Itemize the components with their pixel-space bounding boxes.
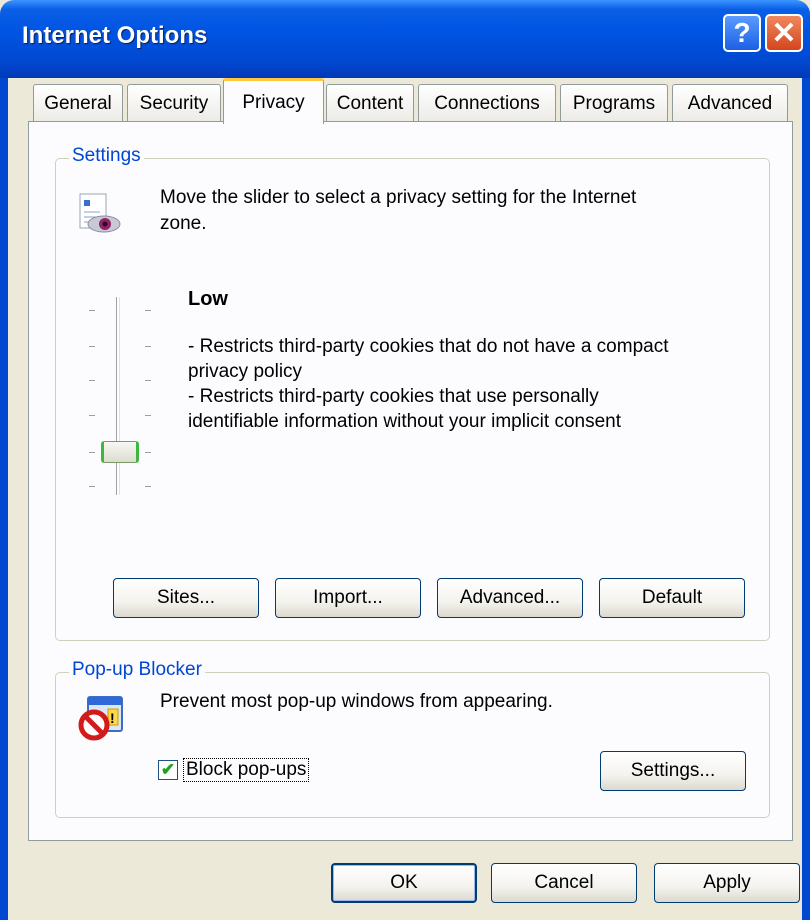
sites-button[interactable]: Sites... — [113, 578, 259, 618]
privacy-desc-line: - Restricts third-party cookies that do … — [188, 336, 669, 357]
privacy-instruction-line1: Move the slider to select a privacy sett… — [160, 187, 637, 208]
cancel-button-label: Cancel — [534, 872, 594, 893]
slider-tick — [89, 415, 95, 416]
default-button[interactable]: Default — [599, 578, 745, 618]
cancel-button[interactable]: Cancel — [491, 863, 637, 903]
tab-advanced[interactable]: Advanced — [672, 84, 788, 122]
popup-blocker-icon: ! — [78, 696, 123, 741]
advanced-button[interactable]: Advanced... — [437, 578, 583, 618]
block-popups-label[interactable]: Block pop-ups — [183, 758, 310, 782]
window-frame-left — [0, 78, 8, 920]
slider-tick — [145, 346, 151, 347]
sites-button-label: Sites... — [156, 587, 216, 608]
ok-button-label: OK — [390, 872, 418, 893]
slider-tick — [145, 415, 151, 416]
slider-tick — [89, 380, 95, 381]
slider-tick — [145, 486, 151, 487]
window-frame-right — [802, 78, 810, 920]
import-button-label: Import... — [313, 587, 383, 608]
tab-general[interactable]: General — [33, 84, 123, 122]
tab-programs[interactable]: Programs — [560, 84, 668, 122]
privacy-icon — [79, 193, 121, 233]
title-bar[interactable]: Internet Options ? ✕ — [0, 0, 810, 78]
close-button[interactable]: ✕ — [765, 14, 803, 52]
help-icon: ? — [733, 17, 751, 48]
privacy-level-title: Low — [188, 288, 228, 310]
popup-instruction: Prevent most pop-up windows from appeari… — [160, 691, 553, 712]
privacy-desc-line: - Restricts third-party cookies that use… — [188, 386, 599, 407]
window-title: Internet Options — [22, 22, 208, 49]
settings-legend: Settings — [69, 145, 144, 167]
popup-settings-button[interactable]: Settings... — [600, 751, 746, 791]
privacy-desc-line: identifiable information without your im… — [188, 411, 621, 432]
slider-tick — [145, 310, 151, 311]
privacy-instruction-line2: zone. — [160, 213, 207, 234]
svg-text:!: ! — [110, 710, 115, 726]
apply-button-label: Apply — [703, 872, 751, 893]
advanced-button-label: Advanced... — [459, 587, 561, 608]
import-button[interactable]: Import... — [275, 578, 421, 618]
checkmark-icon: ✔ — [160, 760, 176, 779]
tab-content[interactable]: Content — [326, 84, 414, 122]
tab-connections[interactable]: Connections — [418, 84, 556, 122]
slider-thumb[interactable] — [101, 441, 139, 463]
popup-blocker-legend: Pop-up Blocker — [69, 659, 205, 681]
privacy-desc-line: privacy policy — [188, 361, 303, 382]
slider-tick — [145, 452, 151, 453]
slider-tick — [145, 380, 151, 381]
slider-track[interactable] — [116, 297, 120, 495]
internet-options-window: Internet Options ? ✕ General Security Pr… — [0, 0, 810, 920]
tab-privacy[interactable]: Privacy — [223, 78, 324, 124]
slider-tick — [89, 486, 95, 487]
default-button-label: Default — [641, 587, 703, 608]
slider-tick — [89, 346, 95, 347]
popup-settings-button-label: Settings... — [630, 760, 716, 781]
slider-tick — [89, 310, 95, 311]
tab-security[interactable]: Security — [127, 84, 221, 122]
block-popups-checkbox[interactable]: ✔ — [158, 760, 178, 780]
ok-button[interactable]: OK — [331, 863, 477, 903]
apply-button[interactable]: Apply — [654, 863, 800, 903]
slider-tick — [89, 452, 95, 453]
help-button[interactable]: ? — [723, 14, 761, 52]
close-icon: ✕ — [771, 16, 797, 50]
